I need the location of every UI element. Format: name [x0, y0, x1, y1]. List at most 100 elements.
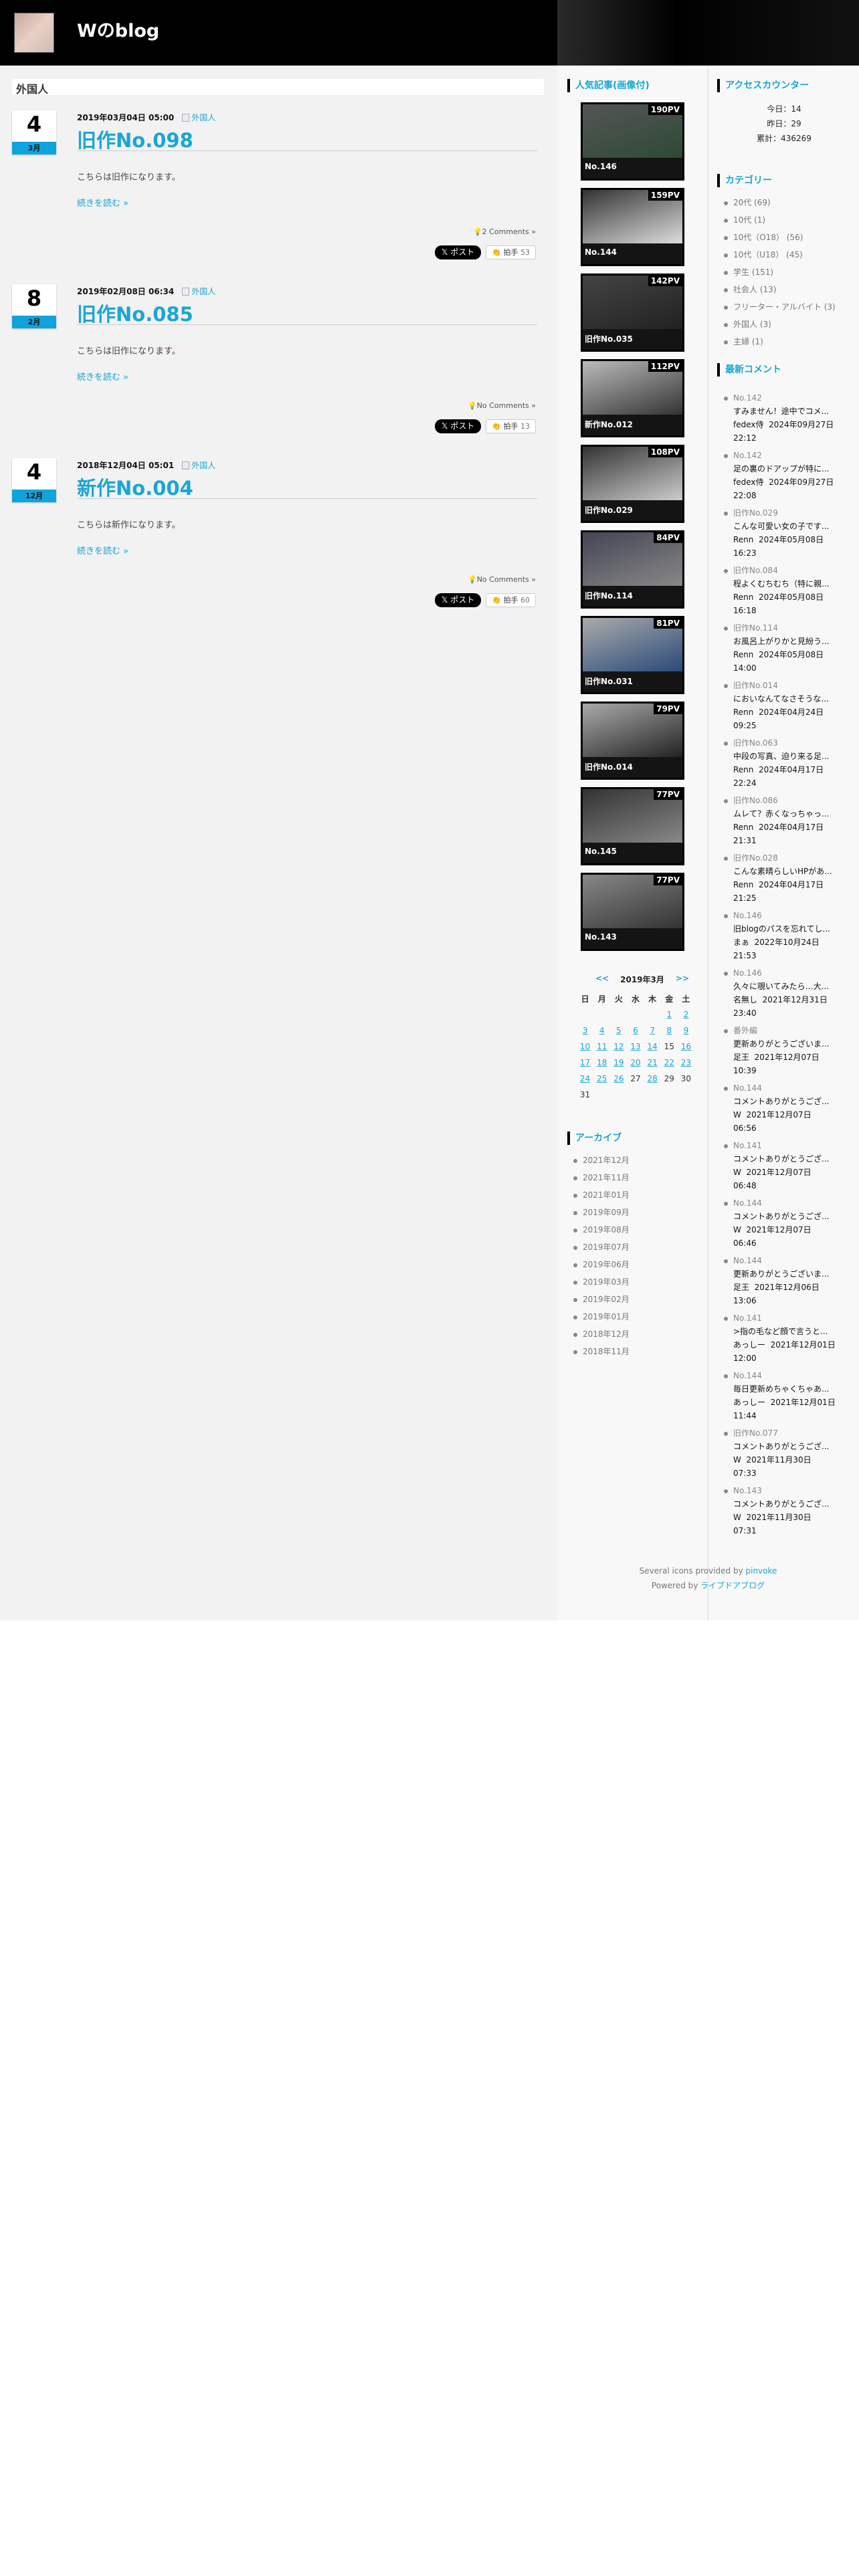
archive-item[interactable]: 2019年08月: [572, 1221, 630, 1239]
archive-link[interactable]: 2019年02月: [583, 1295, 630, 1304]
calendar-day-link[interactable]: 22: [664, 1058, 674, 1067]
blog-avatar[interactable]: [14, 13, 54, 53]
category-link[interactable]: 10代（O18） (56): [733, 233, 803, 242]
x-post-button[interactable]: 𝕏 ポスト: [434, 593, 482, 607]
comment-excerpt-link[interactable]: ムレて？赤くなっちゃっ...: [733, 809, 829, 819]
calendar-day-link[interactable]: 9: [684, 1026, 689, 1035]
archive-item[interactable]: 2021年01月: [572, 1186, 630, 1204]
category-item[interactable]: 10代（O18） (56): [723, 229, 836, 246]
calendar-day-link[interactable]: 7: [650, 1026, 655, 1035]
comment-excerpt-link[interactable]: 中段の写真、迫り来る足...: [733, 752, 829, 761]
comment-post-link[interactable]: 旧作No.014: [733, 681, 778, 690]
archive-item[interactable]: 2019年03月: [572, 1273, 630, 1291]
archive-item[interactable]: 2018年12月: [572, 1325, 630, 1343]
comment-excerpt-link[interactable]: こんな可愛い女の子です...: [733, 522, 829, 531]
archive-item[interactable]: 2021年11月: [572, 1169, 630, 1186]
popular-item[interactable]: 142PV 旧作No.035: [581, 274, 684, 352]
category-item[interactable]: 社会人 (13): [723, 281, 836, 298]
comment-post-link[interactable]: 旧作No.084: [733, 566, 778, 575]
comment-excerpt-link[interactable]: 更新ありがとうございま...: [733, 1269, 829, 1279]
x-post-button[interactable]: 𝕏 ポスト: [434, 419, 482, 433]
comment-post-link[interactable]: 旧作No.028: [733, 853, 778, 863]
category-link[interactable]: 学生 (151): [733, 267, 773, 277]
livedoor-link[interactable]: ライブドアブログ: [700, 1581, 765, 1590]
category-item[interactable]: 20代 (69): [723, 194, 836, 211]
category-link[interactable]: 20代 (69): [733, 198, 771, 207]
category-item[interactable]: フリーター・アルバイト (3): [723, 298, 836, 316]
clap-button[interactable]: 👏 拍手 13: [486, 419, 536, 433]
calendar-day-link[interactable]: 20: [630, 1058, 640, 1067]
post-category-link[interactable]: 外国人: [182, 113, 215, 122]
calendar-day-link[interactable]: 21: [647, 1058, 657, 1067]
popular-item[interactable]: 81PV 旧作No.031: [581, 616, 684, 694]
comment-excerpt-link[interactable]: 更新ありがとうございま...: [733, 1039, 829, 1049]
popular-item[interactable]: 190PV No.146: [581, 102, 684, 181]
comment-excerpt-link[interactable]: コメントありがとうござ...: [733, 1097, 829, 1106]
clap-button[interactable]: 👏 拍手 53: [486, 245, 536, 259]
clap-button[interactable]: 👏 拍手 60: [486, 593, 536, 607]
category-item[interactable]: 10代（U18） (45): [723, 246, 836, 263]
comment-post-link[interactable]: No.144: [733, 1198, 762, 1208]
read-more-link[interactable]: 続きを読む »: [77, 544, 128, 556]
x-post-button[interactable]: 𝕏 ポスト: [434, 245, 482, 259]
category-link[interactable]: 10代（U18） (45): [733, 250, 803, 259]
archive-link[interactable]: 2021年12月: [583, 1156, 630, 1165]
comment-post-link[interactable]: No.141: [733, 1313, 762, 1323]
popular-item[interactable]: 79PV 旧作No.014: [581, 702, 684, 780]
calendar-day-link[interactable]: 5: [616, 1026, 622, 1035]
archive-item[interactable]: 2019年06月: [572, 1256, 630, 1273]
calendar-day-link[interactable]: 11: [597, 1042, 607, 1051]
comments-link[interactable]: 2 Comments »: [482, 227, 536, 236]
comment-post-link[interactable]: No.142: [733, 393, 762, 403]
comment-post-link[interactable]: 旧作No.029: [733, 508, 778, 518]
comment-post-link[interactable]: 番外編: [733, 1026, 757, 1035]
category-link[interactable]: 主婦 (1): [733, 337, 763, 346]
popular-item[interactable]: 77PV No.143: [581, 873, 684, 951]
read-more-link[interactable]: 続きを読む »: [77, 196, 128, 209]
calendar-day-link[interactable]: 6: [633, 1026, 638, 1035]
archive-link[interactable]: 2019年01月: [583, 1312, 630, 1321]
comment-excerpt-link[interactable]: コメントありがとうござ...: [733, 1154, 829, 1164]
archive-link[interactable]: 2021年11月: [583, 1173, 630, 1182]
category-link[interactable]: フリーター・アルバイト (3): [733, 302, 836, 312]
pinvoke-link[interactable]: pinvoke: [746, 1566, 777, 1576]
comment-excerpt-link[interactable]: コメントありがとうござ...: [733, 1499, 829, 1509]
calendar-day-link[interactable]: 23: [681, 1058, 691, 1067]
archive-item[interactable]: 2019年01月: [572, 1308, 630, 1325]
archive-link[interactable]: 2019年09月: [583, 1208, 630, 1217]
post-category-link[interactable]: 外国人: [182, 461, 215, 470]
comment-excerpt-link[interactable]: コメントありがとうござ...: [733, 1212, 829, 1221]
comment-excerpt-link[interactable]: こんな素晴らしいHPがあ...: [733, 867, 832, 876]
calendar-day-link[interactable]: 26: [613, 1074, 624, 1083]
category-item[interactable]: 10代 (1): [723, 211, 836, 229]
comment-post-link[interactable]: No.146: [733, 911, 762, 920]
category-link[interactable]: 社会人 (13): [733, 285, 776, 294]
comment-post-link[interactable]: 旧作No.086: [733, 796, 778, 805]
calendar-day-link[interactable]: 13: [630, 1042, 640, 1051]
archive-link[interactable]: 2021年01月: [583, 1190, 630, 1200]
comment-post-link[interactable]: No.141: [733, 1141, 762, 1150]
archive-link[interactable]: 2018年12月: [583, 1329, 630, 1339]
calendar-day-link[interactable]: 24: [580, 1074, 590, 1083]
popular-item[interactable]: 112PV 新作No.012: [581, 359, 684, 437]
blog-title[interactable]: Wのblog: [77, 16, 159, 42]
popular-item[interactable]: 108PV 旧作No.029: [581, 445, 684, 523]
comment-post-link[interactable]: 旧作No.114: [733, 623, 778, 633]
archive-item[interactable]: 2019年02月: [572, 1291, 630, 1308]
category-link[interactable]: 10代 (1): [733, 215, 765, 225]
calendar-day-link[interactable]: 25: [597, 1074, 607, 1083]
post-category-link[interactable]: 外国人: [182, 287, 215, 296]
comment-post-link[interactable]: No.142: [733, 451, 762, 460]
post-title-link[interactable]: 旧作No.098: [77, 125, 193, 153]
calendar-prev[interactable]: <<: [595, 974, 609, 985]
archive-item[interactable]: 2019年07月: [572, 1239, 630, 1256]
calendar-day-link[interactable]: 17: [580, 1058, 590, 1067]
comment-excerpt-link[interactable]: においなんてなさそうな...: [733, 694, 829, 704]
comment-excerpt-link[interactable]: お風呂上がりかと見紛う...: [733, 637, 829, 646]
archive-item[interactable]: 2019年09月: [572, 1204, 630, 1221]
comment-post-link[interactable]: No.144: [733, 1083, 762, 1093]
calendar-day-link[interactable]: 18: [597, 1058, 607, 1067]
archive-link[interactable]: 2018年11月: [583, 1347, 630, 1356]
calendar-day-link[interactable]: 10: [580, 1042, 590, 1051]
category-item[interactable]: 主婦 (1): [723, 333, 836, 350]
